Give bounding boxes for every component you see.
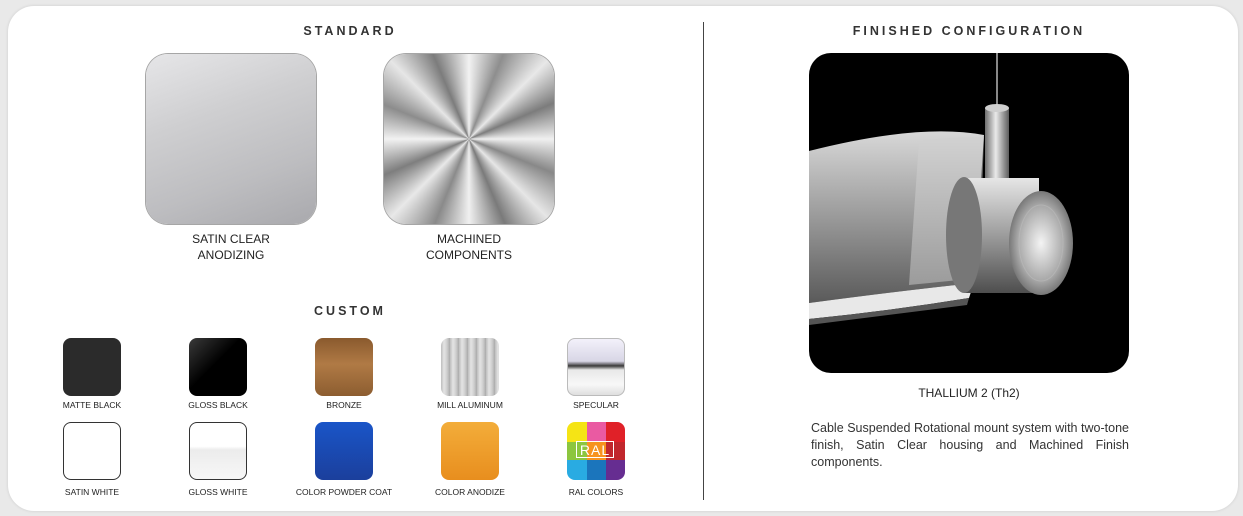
bronze-label: BRONZE xyxy=(326,400,362,410)
matte-black-swatch[interactable] xyxy=(63,338,121,396)
machined-swatch[interactable] xyxy=(384,54,554,224)
satin-white-label: SATIN WHITE xyxy=(64,487,120,497)
ral-colors-label: RAL COLORS xyxy=(568,487,624,497)
specular-swatch[interactable] xyxy=(567,338,625,396)
machined-caption-line1: MACHINED xyxy=(436,232,501,246)
mill-aluminum-swatch[interactable] xyxy=(441,338,499,396)
custom-heading: CUSTOM xyxy=(314,304,386,318)
ral-colors-swatch[interactable]: RAL xyxy=(567,422,625,480)
gloss-black-label: GLOSS BLACK xyxy=(188,400,248,410)
satin-clear-swatch[interactable] xyxy=(146,54,316,224)
product-photo xyxy=(809,53,1129,373)
section-divider xyxy=(703,22,704,500)
standard-heading: STANDARD xyxy=(303,24,397,38)
bronze-swatch[interactable] xyxy=(315,338,373,396)
gloss-white-swatch[interactable] xyxy=(189,422,247,480)
color-anodize-label: COLOR ANODIZE xyxy=(435,487,505,497)
color-powder-coat-swatch[interactable] xyxy=(315,422,373,480)
mill-aluminum-label: MILL ALUMINUM xyxy=(437,400,503,410)
color-powder-coat-label: COLOR POWDER COAT xyxy=(295,487,393,497)
gloss-white-label: GLOSS WHITE xyxy=(188,487,248,497)
color-anodize-swatch[interactable] xyxy=(441,422,499,480)
gloss-black-swatch[interactable] xyxy=(189,338,247,396)
thallium-luminaire-image xyxy=(809,53,1073,325)
machined-caption-line2: COMPONENTS xyxy=(425,248,512,262)
finished-heading: FINISHED CONFIGURATION xyxy=(852,24,1086,38)
ral-badge: RAL xyxy=(576,441,614,458)
satin-clear-caption-line1: SATIN CLEAR xyxy=(192,232,270,246)
satin-white-swatch[interactable] xyxy=(63,422,121,480)
specular-label: SPECULAR xyxy=(573,400,619,410)
machined-caption: MACHINED COMPONENTS xyxy=(399,231,539,263)
matte-black-label: MATTE BLACK xyxy=(62,400,122,410)
satin-clear-caption-line2: ANODIZING xyxy=(197,248,265,262)
product-caption: THALLIUM 2 (Th2) xyxy=(918,386,1020,400)
satin-clear-caption: SATIN CLEAR ANODIZING xyxy=(161,231,301,263)
product-description: Cable Suspended Rotational mount system … xyxy=(811,421,1129,469)
